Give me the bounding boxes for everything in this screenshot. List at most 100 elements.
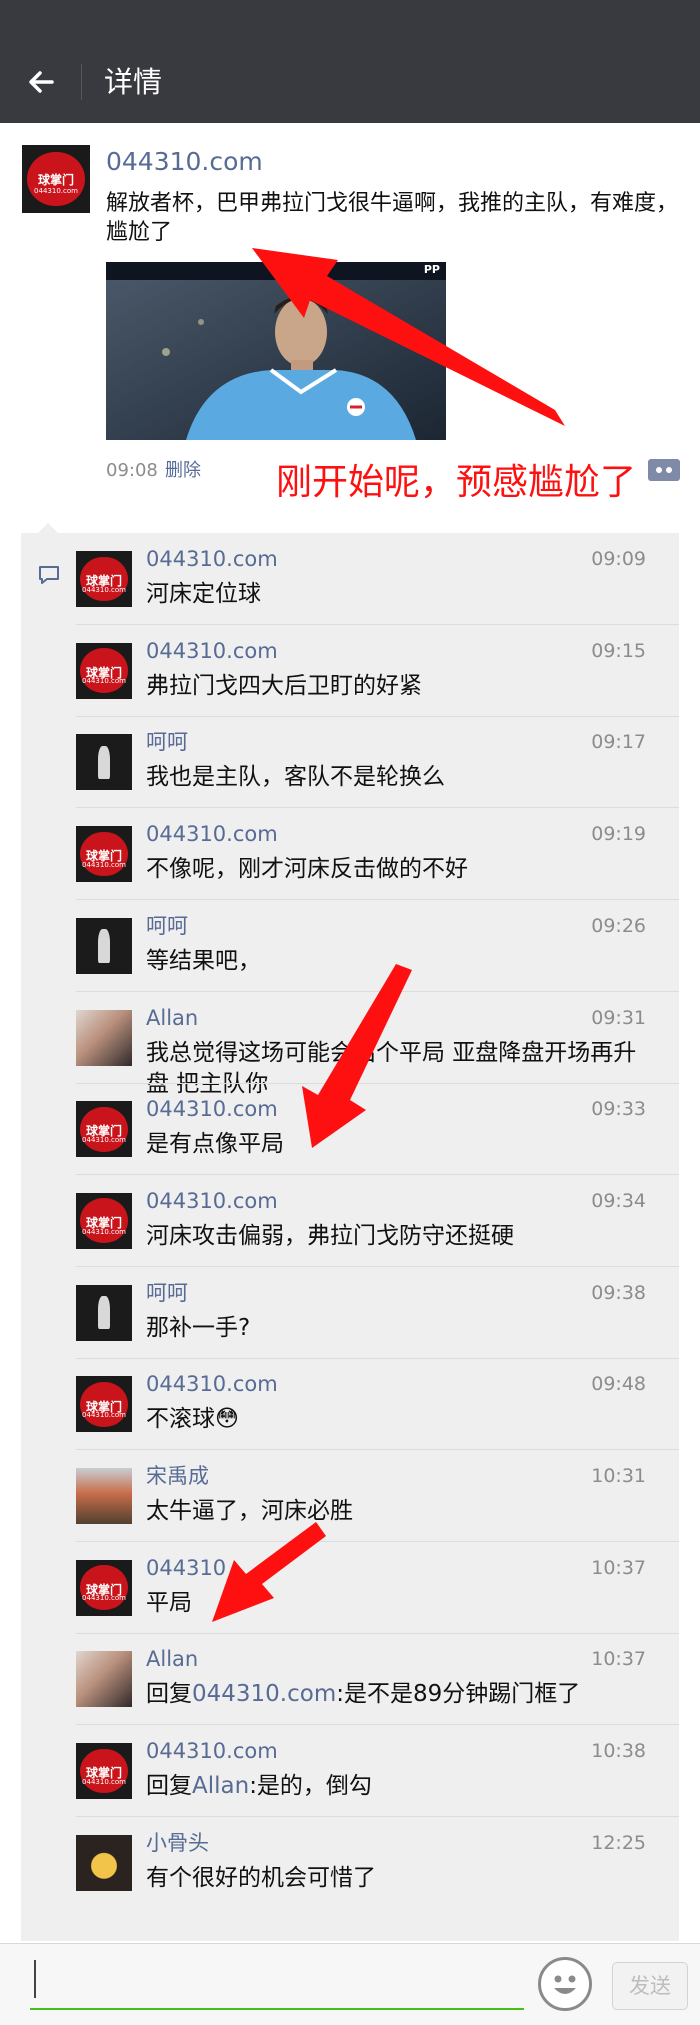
commenter-avatar[interactable]: 球掌门 044310.com bbox=[76, 1192, 132, 1249]
logo-avatar-url: 044310.com bbox=[82, 677, 126, 686]
commenter-avatar[interactable] bbox=[76, 917, 132, 974]
photo-avatar-image bbox=[76, 1468, 132, 1524]
commenter-name[interactable]: 呵呵 bbox=[146, 728, 188, 756]
commenter-avatar[interactable] bbox=[76, 1009, 132, 1066]
comment-text: 那补一手? bbox=[146, 1314, 251, 1341]
comment-time: 10:31 bbox=[591, 1465, 646, 1487]
comment-row[interactable]: 小骨头 12:25 有个很好的机会可惜了 bbox=[21, 1817, 679, 1909]
commenter-name[interactable]: 044310.com bbox=[146, 1187, 278, 1215]
comment-row[interactable]: 球掌门 044310.com 044310 10:37 平局 bbox=[21, 1542, 679, 1634]
reply-prefix: 回复 bbox=[146, 1773, 192, 1800]
comment-time: 09:33 bbox=[591, 1098, 646, 1121]
comment-row[interactable]: 球掌门 044310.com 044310.com 09:33 是有点像平局 bbox=[21, 1083, 679, 1176]
commenter-name[interactable]: 呵呵 bbox=[146, 1279, 188, 1307]
comment-time: 09:15 bbox=[591, 639, 646, 662]
comment-row[interactable]: 呵呵 09:38 那补一手? bbox=[21, 1267, 679, 1359]
commenter-avatar[interactable]: 球掌门 044310.com bbox=[76, 551, 132, 607]
commenter-name[interactable]: 044310 bbox=[146, 1554, 226, 1582]
comment-row[interactable]: 球掌门 044310.com 044310.com 10:38 回复Allan:是的，倒… bbox=[21, 1725, 679, 1818]
commenter-name[interactable]: 呵呵 bbox=[146, 912, 188, 940]
delete-link[interactable]: 删除 bbox=[165, 458, 201, 484]
page-title: 详情 bbox=[104, 65, 163, 99]
comment-text: 等结果吧， bbox=[146, 947, 261, 974]
comment-row[interactable]: Allan 09:31 我总觉得这场可能会出个平局 亚盘降盘开场再升盘 把主队你 bbox=[21, 992, 679, 1097]
commenter-avatar[interactable] bbox=[76, 734, 132, 791]
more-dot bbox=[656, 467, 662, 473]
logo-avatar-image: 球掌门 044310.com bbox=[76, 826, 132, 883]
commenter-name[interactable]: 044310.com bbox=[146, 1737, 278, 1765]
commenter-avatar[interactable] bbox=[76, 1284, 132, 1341]
comment-row[interactable]: 球掌门 044310.com 044310.com 09:48 不滚球😳 bbox=[21, 1358, 679, 1451]
comment-row[interactable]: 球掌门 044310.com 044310.com 09:09 河床定位球 bbox=[21, 533, 679, 625]
media-watermark: PP bbox=[423, 263, 440, 276]
input-caret bbox=[34, 1960, 36, 1998]
comment-row[interactable]: 球掌门 044310.com 044310.com 09:34 河床攻击偏弱，弗拉门戈防… bbox=[21, 1175, 679, 1267]
comment-text: 太牛逼了，河床必胜 bbox=[146, 1498, 353, 1524]
commenter-name[interactable]: 044310.com bbox=[146, 1370, 278, 1398]
commenter-avatar[interactable]: 球掌门 044310.com bbox=[76, 642, 132, 699]
logo-avatar-image: 球掌门 044310.com bbox=[76, 551, 132, 607]
logo-avatar-url: 044310.com bbox=[82, 1135, 126, 1144]
comment-time: 09:17 bbox=[591, 731, 646, 754]
logo-avatar-image: 球掌门 044310.com bbox=[76, 1559, 132, 1616]
commenter-name[interactable]: Allan bbox=[146, 1004, 198, 1032]
commenter-name[interactable]: 044310.com bbox=[146, 1095, 278, 1123]
commenter-name[interactable]: 044310.com bbox=[146, 545, 278, 573]
comment-row[interactable]: 球掌门 044310.com 044310.com 09:19 不像呢，刚才河床反击做的… bbox=[21, 808, 679, 901]
comment-time: 10:38 bbox=[591, 1740, 646, 1763]
post-image[interactable]: PP bbox=[106, 262, 446, 440]
commenter-name[interactable]: 宋禹成 bbox=[146, 1462, 209, 1490]
dark-avatar-image bbox=[76, 917, 132, 974]
more-actions-button[interactable] bbox=[648, 459, 680, 481]
commenter-avatar[interactable]: 球掌门 044310.com bbox=[76, 1559, 132, 1616]
logo-avatar-url: 044310.com bbox=[82, 1777, 126, 1786]
comment-time: 09:34 bbox=[591, 1189, 646, 1212]
avatar-figure bbox=[98, 1295, 110, 1330]
commenter-name[interactable]: 小骨头 bbox=[146, 1829, 209, 1857]
comment-time: 09:48 bbox=[591, 1373, 646, 1396]
logo-avatar-image: 球掌门 044310.com bbox=[76, 1743, 132, 1800]
dark-avatar-image bbox=[76, 1284, 132, 1341]
logo-avatar-url: 044310.com bbox=[82, 1594, 126, 1603]
commenter-avatar[interactable]: 球掌门 044310.com bbox=[76, 1376, 132, 1433]
comment-input[interactable] bbox=[30, 2008, 524, 2010]
logo-avatar-image: 球掌门 044310.com bbox=[76, 1376, 132, 1433]
send-button[interactable]: 发送 bbox=[612, 1962, 688, 2010]
comment-text: 河床定位球 bbox=[146, 581, 261, 607]
comment-time: 09:09 bbox=[591, 548, 646, 570]
comment-text: 回复Allan:是的，倒勾 bbox=[146, 1771, 656, 1802]
comment-row[interactable]: Allan 10:37 回复044310.com:是不是89分钟踢门框了 bbox=[21, 1633, 679, 1726]
annotation-text: 刚开始呢，预感尴尬了 bbox=[276, 462, 637, 503]
commenter-avatar[interactable] bbox=[76, 1468, 132, 1524]
comment-row[interactable]: 呵呵 09:26 等结果吧， bbox=[21, 900, 679, 992]
comment-row[interactable]: 宋禹成 10:31 太牛逼了，河床必胜 bbox=[21, 1450, 679, 1542]
reply-to-link[interactable]: 044310.com bbox=[192, 1681, 336, 1707]
post-author-name[interactable]: 044310.com bbox=[106, 146, 263, 178]
post-author-avatar[interactable]: 球掌门 044310.com bbox=[22, 145, 90, 213]
comment-text: 我也是主队，客队不是轮换么 bbox=[146, 764, 445, 791]
logo-avatar-url: 044310.com bbox=[82, 585, 126, 594]
commenter-name[interactable]: 044310.com bbox=[146, 637, 278, 665]
comment-text: 不滚球😳 bbox=[146, 1406, 239, 1433]
emoji-face bbox=[554, 1975, 576, 1994]
arrow-left-icon[interactable] bbox=[22, 62, 62, 102]
commenter-avatar[interactable] bbox=[76, 1834, 132, 1891]
comment-text: 河床攻击偏弱，弗拉门戈防守还挺硬 bbox=[146, 1222, 514, 1249]
comment-row[interactable]: 球掌门 044310.com 044310.com 09:15 弗拉门戈四大后卫盯的好紧 bbox=[21, 625, 679, 717]
commenter-name[interactable]: Allan bbox=[146, 1645, 198, 1673]
comment-row[interactable]: 呵呵 09:17 我也是主队，客队不是轮换么 bbox=[21, 716, 679, 809]
commenter-avatar[interactable]: 球掌门 044310.com bbox=[76, 1743, 132, 1800]
commenter-avatar[interactable]: 球掌门 044310.com bbox=[76, 1101, 132, 1158]
emoji-icon[interactable] bbox=[538, 1957, 592, 2011]
reply-to-link[interactable]: Allan bbox=[192, 1773, 249, 1799]
commenter-avatar[interactable]: 球掌门 044310.com bbox=[76, 826, 132, 883]
commenter-avatar[interactable] bbox=[76, 1651, 132, 1708]
logo-avatar-title: 球掌门 bbox=[37, 172, 74, 187]
reply-prefix: 回复 bbox=[146, 1681, 192, 1708]
commenter-name[interactable]: 044310.com bbox=[146, 820, 278, 848]
post-time: 09:08 bbox=[106, 460, 158, 481]
reply-text: :是的，倒勾 bbox=[249, 1773, 372, 1800]
comment-time: 10:37 bbox=[591, 1556, 646, 1579]
comment-input-bar bbox=[0, 1943, 700, 2025]
header-divider bbox=[81, 64, 82, 100]
